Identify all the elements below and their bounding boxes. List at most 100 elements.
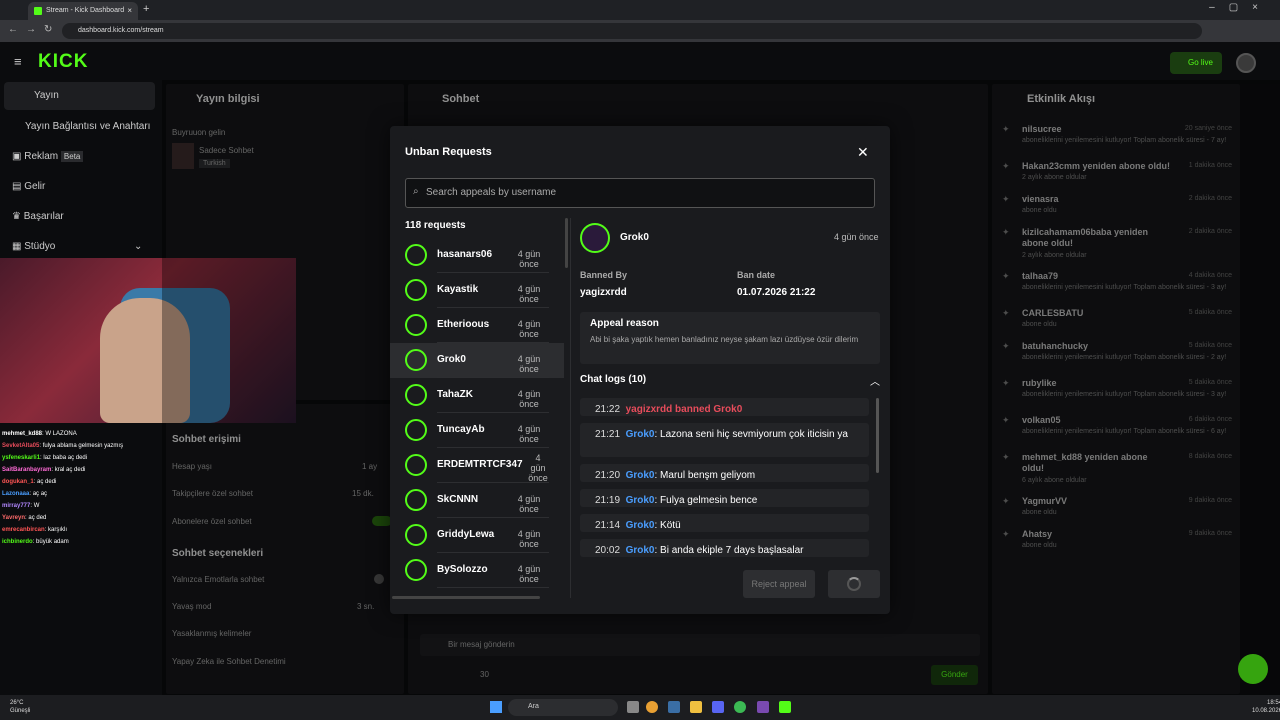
request-avatar [405,349,427,371]
clock-date: 10.08.2026 [1252,708,1280,714]
trophy-icon: ♛ [12,211,24,222]
request-item[interactable]: SkCNNN 4 gün önce [390,483,564,518]
taskbar [0,695,1280,720]
hamburger-icon[interactable]: ≡ [14,54,22,69]
overlay-chat-msg: büyük adam [36,539,69,545]
request-item[interactable]: BySolozzo 4 gün önce [390,553,564,588]
request-username: BySolozzo [437,564,488,575]
weather-widget[interactable]: 26°C Güneşli [10,699,30,715]
request-avatar [405,244,427,266]
back-icon[interactable]: ← [8,24,18,35]
request-item[interactable]: Grok0 4 gün önce [390,343,564,378]
approve-appeal-button[interactable] [828,570,880,598]
request-time: 4 gün önce [528,453,548,483]
file-explorer-icon[interactable] [690,701,702,713]
ad-icon: ▣ [12,151,25,162]
overlay-chat-msg: kral aç dedi [54,467,86,473]
sidebar-item-label: Gelir [24,181,46,192]
chat-log-entry: 21:21 Grok0: Lazona seni hiç sevmiyorum … [580,423,869,457]
log-time: 21:22 [595,404,621,415]
chat-logs-scrollbar[interactable] [876,398,879,473]
request-item[interactable]: Kayastik 4 gün önce [390,273,564,308]
taskbar-search[interactable]: Ara [508,699,618,716]
chrome-icon[interactable] [646,701,658,713]
url-field[interactable]: dashboard.kick.com/stream [62,23,1202,39]
request-list-scrollbar[interactable] [565,218,568,268]
kick-logo[interactable]: KICK [38,51,88,73]
discord-icon[interactable] [712,701,724,713]
log-message: : Fulya gelmesin bence [654,495,758,506]
banned-by-value: yagizxrdd [580,287,627,298]
request-item[interactable]: TuncayAb 4 gün önce [390,413,564,448]
banned-by-label: Banned By [580,270,628,280]
request-avatar [405,384,427,406]
sidebar-item-reklam[interactable]: ▣ Reklam Beta [12,151,84,162]
windows-start-icon[interactable] [490,701,502,713]
new-tab-button[interactable]: + [143,3,149,15]
request-username: Kayastik [437,284,479,295]
log-message: : Marul benşm geliyom [654,470,756,481]
log-username[interactable]: Grok0 [626,495,655,506]
log-username[interactable]: Grok0 [626,429,655,440]
search-input[interactable]: ⌕ Search appeals by username [405,178,875,208]
window-controls[interactable]: –▢× [1209,2,1272,13]
sidebar-item-basarilar[interactable]: ♛ Başarılar [12,211,64,222]
log-time: 21:19 [595,495,621,506]
request-item[interactable]: TahaZK 4 gün önce [390,378,564,413]
overlay-chat-user: emrecanbircan [2,527,45,533]
log-message: : Bi anda ekiple 7 days başlasalar [654,545,804,556]
sidebar-item-label: Reklam [24,151,59,162]
browser-tab[interactable]: Stream - Kick Dashboard × [28,2,138,20]
unban-requests-modal: Unban Requests ✕ ⌕ Search appeals by user… [390,126,890,614]
request-count: 118 requests [405,220,466,231]
sidebar-item-label: Başarılar [23,211,64,222]
tab-title: Stream - Kick Dashboard [46,7,125,14]
task-view-icon[interactable] [627,701,639,713]
sidebar-item-yayin[interactable]: Yayın [4,82,155,110]
weather-temp: 26°C [10,700,24,706]
go-live-button[interactable]: Go live [1170,52,1222,74]
request-time: 4 gün önce [517,354,541,374]
close-icon[interactable]: ✕ [857,144,869,161]
modal-title: Unban Requests [405,146,492,158]
request-username: ERDEMTRTCF347 [437,459,523,470]
overlay-chat-line: Yavreyn: aç ded [2,515,47,521]
app-icon[interactable] [757,701,769,713]
log-message: : Kötü [654,520,681,531]
browser-tabbar: Stream - Kick Dashboard × + –▢× [0,0,1280,20]
overlay-chat-line: dogukan_1: aç dedi [2,479,57,485]
log-message: : Lazona seni hiç sevmiyorum çok iticisi… [654,429,848,440]
app-icon[interactable] [734,701,746,713]
request-item[interactable]: Etherioous 4 gün önce [390,308,564,343]
log-username[interactable]: Grok0 [626,470,655,481]
request-avatar [405,559,427,581]
request-time: 4 gün önce [517,529,541,549]
overlay-chat-line: Lazonaaa: aç aç [2,491,48,497]
beta-badge: Beta [60,151,84,162]
overlay-chat-line: SevketAlta05: fulya ablama gelmesin yazm… [2,443,124,449]
request-item[interactable]: ERDEMTRTCF347 4 gün önce [390,448,564,483]
request-avatar [405,489,427,511]
reload-icon[interactable]: ↻ [44,24,52,35]
log-username[interactable]: Grok0 [626,520,655,531]
request-item[interactable]: hasanars06 4 gün önce [390,238,564,273]
taskbar-clock[interactable]: 18:54 10.08.2026 [1252,699,1280,715]
chevron-up-icon[interactable]: ︿ [870,373,880,388]
request-username: hasanars06 [437,249,493,260]
forward-icon[interactable]: → [26,24,36,35]
request-username: Etherioous [437,319,490,330]
kick-app-icon[interactable] [779,701,791,713]
close-tab-icon[interactable]: × [127,6,132,15]
user-avatar[interactable] [1236,53,1256,73]
sidebar-item-gelir[interactable]: ▤ Gelir [12,181,45,192]
log-username[interactable]: Grok0 [626,545,655,556]
reject-appeal-button[interactable]: Reject appeal [743,570,815,598]
request-username: TahaZK [437,389,473,400]
sidebar-item-label: Stüdyo [24,241,56,252]
steam-icon[interactable] [668,701,680,713]
sidebar-item-stream-key[interactable]: Yayın Bağlantısı ve Anahtarı [25,121,150,132]
sidebar-item-studyo[interactable]: ▦ Stüdyo ⌄ [12,241,142,252]
request-time: 4 gün önce [517,284,541,304]
request-item[interactable]: GriddyLewa 4 gün önce [390,518,564,553]
horizontal-scrollbar[interactable] [392,596,540,599]
